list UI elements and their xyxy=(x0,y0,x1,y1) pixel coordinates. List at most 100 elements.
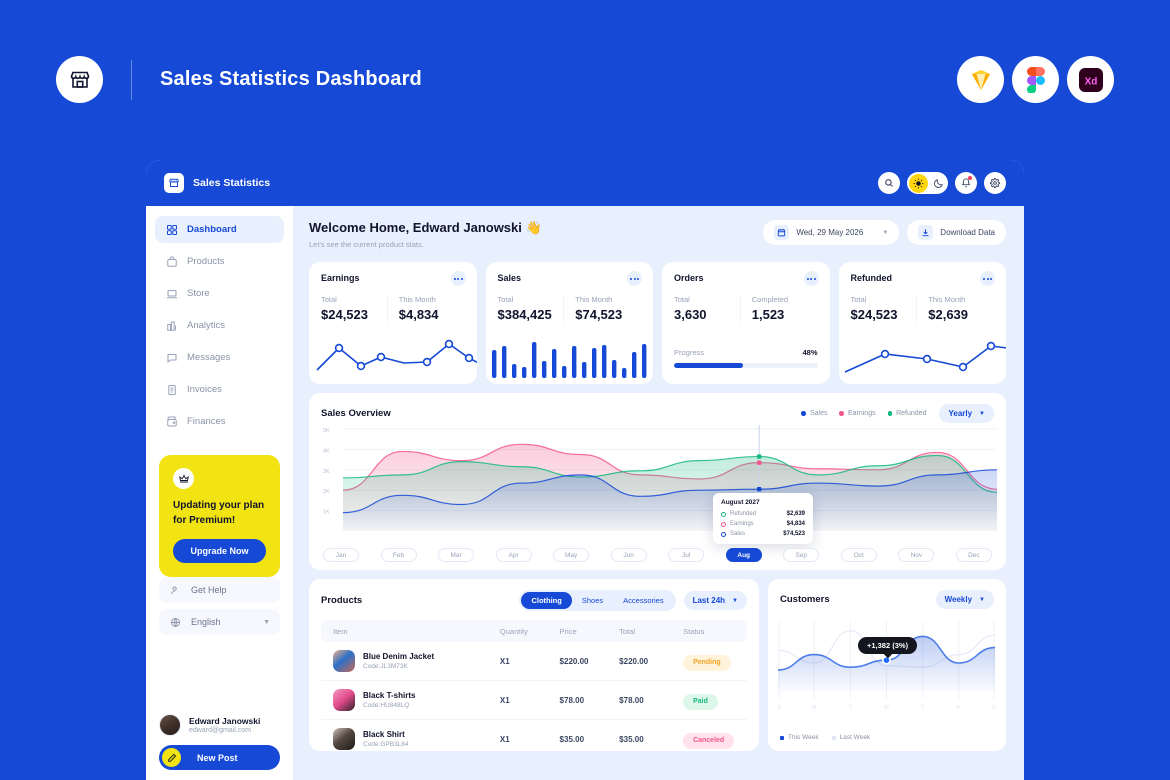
tooltip-value: $2,639 xyxy=(786,511,805,517)
avatar xyxy=(159,714,181,736)
sidebar: Dashboard Products Store Analytics Messa… xyxy=(146,206,293,780)
month-pill-aug[interactable]: Aug xyxy=(725,548,762,562)
products-table: Item Quantity Price Total Status Blue De… xyxy=(321,620,747,758)
chevron-down-icon: ▼ xyxy=(882,229,889,236)
stat-card-refunded: Refunded Total $24,523 This Month $2,639 xyxy=(838,262,1006,384)
month-pill-sep[interactable]: Sep xyxy=(783,548,820,562)
wallet-icon xyxy=(165,415,178,428)
stat-value: $24,523 xyxy=(850,307,898,322)
promo-text: Updating your plan for Premium! xyxy=(173,500,265,526)
tab-accessories[interactable]: Accessories xyxy=(613,592,673,609)
theme-toggle[interactable] xyxy=(907,172,948,194)
customers-range-select[interactable]: Weekly ▼ xyxy=(935,590,994,609)
crown-icon xyxy=(173,468,194,489)
get-help-item[interactable]: Get Help xyxy=(159,577,280,603)
notifications-icon[interactable] xyxy=(955,172,977,194)
svg-text:T: T xyxy=(921,705,925,711)
util-label: English xyxy=(191,617,221,627)
stat-value: $24,523 xyxy=(321,307,368,322)
settings-gear-icon[interactable] xyxy=(984,172,1006,194)
upgrade-now-button[interactable]: Upgrade Now xyxy=(173,539,266,563)
overview-legend: Sales Earnings Refunded xyxy=(801,410,926,417)
stat-card-earnings: Earnings Total $24,523 This Month $4,834 xyxy=(309,262,477,384)
products-card: Products Clothing Shoes Accessories Last… xyxy=(309,579,759,751)
month-pill-apr[interactable]: Apr xyxy=(495,548,532,562)
tab-clothing[interactable]: Clothing xyxy=(521,592,572,609)
month-pill-feb[interactable]: Feb xyxy=(380,548,417,562)
stat-label: Completed xyxy=(751,295,789,304)
svg-text:M: M xyxy=(812,705,817,711)
product-total: $35.00 xyxy=(619,734,644,744)
page-title: Sales Statistics Dashboard xyxy=(160,68,422,90)
card-menu-button[interactable] xyxy=(627,271,642,286)
date-picker-button[interactable]: Wed, 29 May 2026 ▼ xyxy=(763,220,900,245)
stat-title: Earnings xyxy=(321,273,360,283)
chevron-down-icon: ▼ xyxy=(979,410,985,417)
sidebar-item-dashboard[interactable]: Dashboard xyxy=(155,216,284,243)
legend-dot xyxy=(831,735,836,740)
sidebar-item-store[interactable]: Store xyxy=(155,280,284,307)
card-menu-button[interactable] xyxy=(803,271,819,286)
svg-text:5K: 5K xyxy=(323,428,330,434)
user-profile[interactable]: Edward Janowski edward@gmail.com xyxy=(159,714,280,736)
sidebar-item-invoices[interactable]: Invoices xyxy=(155,376,284,403)
dashboard-grid-icon xyxy=(165,223,178,236)
svg-text:Xd: Xd xyxy=(1084,76,1097,87)
month-pill-jun[interactable]: Jun xyxy=(610,548,647,562)
products-range-select[interactable]: Last 24h ▼ xyxy=(683,591,747,610)
sidebar-item-messages[interactable]: Messages xyxy=(155,344,284,371)
sidebar-item-analytics[interactable]: Analytics xyxy=(155,312,284,339)
status-badge: Canceled xyxy=(683,732,735,749)
premium-promo-card: Updating your plan for Premium! Upgrade … xyxy=(159,455,280,577)
stat-label: Total xyxy=(497,295,514,304)
sidebar-item-label: Products xyxy=(187,256,225,267)
month-pill-jan[interactable]: Jan xyxy=(323,548,359,562)
sun-icon xyxy=(908,173,928,193)
svg-text:S: S xyxy=(778,705,781,711)
sketch-logo xyxy=(957,56,1004,103)
new-post-button[interactable]: New Post xyxy=(159,745,280,770)
table-row[interactable]: Black Shirt Code:GPB3L84 X1 $35.00 $35.0… xyxy=(321,720,747,759)
column-header-item: Item xyxy=(333,626,348,636)
design-tool-badges: Xd xyxy=(957,56,1114,103)
bag-icon xyxy=(165,255,178,268)
tooltip-marker xyxy=(721,531,726,537)
customers-title: Customers xyxy=(780,594,830,605)
sidebar-item-label: Analytics xyxy=(187,320,226,331)
month-pill-jul[interactable]: Jul xyxy=(668,548,705,562)
table-row[interactable]: Blue Denim Jacket Code:JL3M73K X1 $220.0… xyxy=(321,642,747,681)
table-row[interactable]: Black T-shirts Code:HU848LQ X1 $78.00 $7… xyxy=(321,680,747,720)
status-badge: Paid xyxy=(683,693,718,710)
app-topbar: Sales Statistics xyxy=(146,160,1024,206)
customers-tooltip: +1,382 (3%) xyxy=(858,637,918,654)
legend-label: Sales xyxy=(809,410,828,417)
overview-range-select[interactable]: Yearly ▼ xyxy=(939,404,994,423)
legend-label: Earnings xyxy=(847,410,876,417)
search-icon[interactable] xyxy=(878,172,900,194)
download-data-button[interactable]: Download Data xyxy=(907,220,1006,245)
svg-text:W: W xyxy=(884,705,890,711)
month-pill-nov[interactable]: Nov xyxy=(898,548,935,562)
util-label: Get Help xyxy=(191,585,227,595)
tooltip-row: Earnings $4,834 xyxy=(721,521,805,527)
stat-value: 1,523 xyxy=(751,307,785,322)
legend-label: This Week xyxy=(788,734,819,741)
stat-label: This Month xyxy=(575,295,613,304)
overview-title: Sales Overview xyxy=(321,408,391,419)
product-code: Code:HU848LQ xyxy=(363,702,410,709)
customers-range-label: Weekly xyxy=(944,595,973,604)
card-menu-button[interactable] xyxy=(450,271,466,286)
svg-text:1K: 1K xyxy=(323,510,330,516)
product-quantity: X1 xyxy=(499,642,560,681)
month-pill-dec[interactable]: Dec xyxy=(955,548,992,562)
tab-shoes[interactable]: Shoes xyxy=(572,592,613,609)
sidebar-item-finances[interactable]: Finances xyxy=(155,408,284,435)
month-pill-oct[interactable]: Oct xyxy=(840,548,877,562)
download-icon xyxy=(918,225,934,240)
language-selector[interactable]: English ▼ xyxy=(159,609,280,635)
month-pill-mar[interactable]: Mar xyxy=(438,548,475,562)
card-menu-button[interactable] xyxy=(980,271,995,286)
month-pill-may[interactable]: May xyxy=(553,548,590,562)
stat-value: $384,425 xyxy=(497,307,552,322)
sidebar-item-products[interactable]: Products xyxy=(155,248,284,275)
